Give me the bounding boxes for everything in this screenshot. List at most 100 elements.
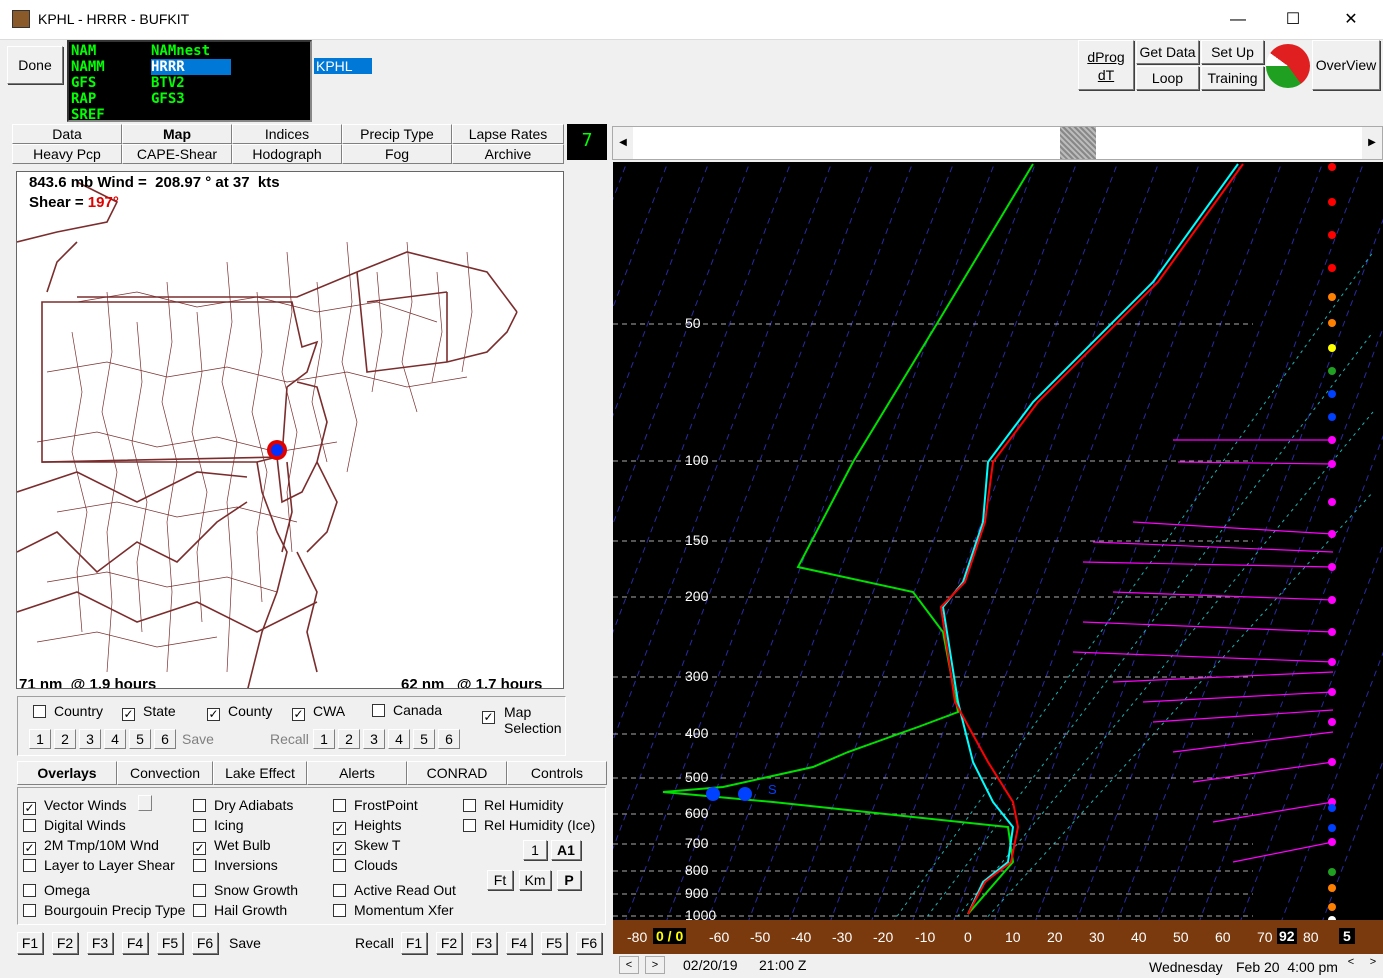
f2-save-button[interactable]: F2 (52, 932, 78, 954)
active-read-out-checkbox[interactable]: Active Read Out (333, 882, 456, 898)
map-save-slot-2[interactable]: 2 (54, 729, 76, 749)
map-selection-check[interactable]: ✓ (482, 711, 495, 724)
minimize-button[interactable]: — (1215, 4, 1261, 36)
clouds-check[interactable] (333, 859, 346, 872)
canada-check[interactable] (372, 704, 385, 717)
tab-archive[interactable]: Archive (452, 144, 564, 164)
scroll-left-arrow[interactable]: ◀ (613, 127, 633, 159)
canada-checkbox[interactable]: Canada (372, 702, 442, 718)
country-checkbox[interactable]: Country (33, 703, 103, 719)
loop-button[interactable]: Loop (1136, 66, 1199, 90)
omega-check[interactable] (23, 884, 36, 897)
f6-save-button[interactable]: F6 (192, 932, 218, 954)
tab-alerts[interactable]: Alerts (307, 761, 407, 785)
rel-humidity-check[interactable] (463, 799, 476, 812)
model-gfs3[interactable]: GFS3 (151, 91, 185, 107)
f2-recall-button[interactable]: F2 (436, 932, 462, 954)
snow-growth-checkbox[interactable]: Snow Growth (193, 882, 298, 898)
frostpoint-check[interactable] (333, 799, 346, 812)
feet-button[interactable]: Ft (487, 870, 513, 890)
tab-hodograph[interactable]: Hodograph (232, 144, 342, 164)
tab-precip-type[interactable]: Precip Type (342, 124, 452, 144)
frostpoint-checkbox[interactable]: FrostPoint (333, 797, 418, 813)
cwa-check[interactable]: ✓ (292, 708, 305, 721)
model-nam[interactable]: NAM (71, 43, 96, 59)
state-check[interactable]: ✓ (122, 708, 135, 721)
rel-humidity-ice-checkbox[interactable]: Rel Humidity (Ice) (463, 817, 595, 833)
tab-lake-effect[interactable]: Lake Effect (213, 761, 307, 785)
tab-indices[interactable]: Indices (232, 124, 342, 144)
close-button[interactable]: ✕ (1328, 4, 1374, 36)
model-namm[interactable]: NAMM (71, 59, 105, 75)
digital-winds-check[interactable] (23, 819, 36, 832)
tab-fog[interactable]: Fog (342, 144, 452, 164)
model-gfs[interactable]: GFS (71, 75, 96, 91)
vector-winds-checkbox[interactable]: ✓ Vector Winds (23, 797, 126, 815)
f1-save-button[interactable]: F1 (17, 932, 43, 954)
map-recall-slot-1[interactable]: 1 (313, 729, 335, 749)
f4-save-button[interactable]: F4 (122, 932, 148, 954)
map-recall-label[interactable]: Recall (270, 731, 309, 747)
model-sref[interactable]: SREF (71, 107, 105, 123)
omega-checkbox[interactable]: Omega (23, 882, 90, 898)
f4-recall-button[interactable]: F4 (506, 932, 532, 954)
tab-data[interactable]: Data (12, 124, 122, 144)
map-recall-slot-4[interactable]: 4 (388, 729, 410, 749)
f1-recall-button[interactable]: F1 (401, 932, 427, 954)
icing-check[interactable] (193, 819, 206, 832)
layer-shear-check[interactable] (23, 859, 36, 872)
bourgouin-check[interactable] (23, 904, 36, 917)
training-button[interactable]: Training (1201, 66, 1264, 90)
rel-humidity-ice-check[interactable] (463, 819, 476, 832)
rel-humidity-checkbox[interactable]: Rel Humidity (463, 797, 563, 813)
tab-overlays[interactable]: Overlays (17, 761, 117, 785)
overview-button[interactable]: OverView (1312, 40, 1380, 90)
heights-checkbox[interactable]: ✓ Heights (333, 817, 401, 835)
tab-convection[interactable]: Convection (117, 761, 213, 785)
inversions-check[interactable] (193, 859, 206, 872)
f5-recall-button[interactable]: F5 (541, 932, 567, 954)
momentum-xfer-check[interactable] (333, 904, 346, 917)
set-up-button[interactable]: Set Up (1201, 40, 1264, 64)
km-button[interactable]: Km (519, 870, 551, 890)
map-save-slot-6[interactable]: 6 (154, 729, 176, 749)
skew-t-check[interactable]: ✓ (333, 842, 346, 855)
logo-icon[interactable] (1266, 44, 1310, 88)
state-checkbox[interactable]: ✓ State (122, 703, 176, 721)
layer-shear-checkbox[interactable]: Layer to Layer Shear (23, 857, 175, 873)
status-next-arrow[interactable]: > (645, 956, 665, 974)
2m-tmp-10m-wnd-checkbox[interactable]: ✓ 2M Tmp/10M Wnd (23, 837, 159, 855)
clouds-checkbox[interactable]: Clouds (333, 857, 398, 873)
status-prev-arrow[interactable]: < (619, 956, 639, 974)
wet-bulb-checkbox[interactable]: ✓ Wet Bulb (193, 837, 271, 855)
map-panel[interactable]: 843.6 mb Wind = 208.97 ° at 37 kts Shear… (16, 171, 564, 689)
f6-recall-button[interactable]: F6 (576, 932, 602, 954)
model-btv2[interactable]: BTV2 (151, 75, 185, 91)
f3-recall-button[interactable]: F3 (471, 932, 497, 954)
digital-winds-checkbox[interactable]: Digital Winds (23, 817, 126, 833)
map-save-slot-4[interactable]: 4 (104, 729, 126, 749)
dry-adiabats-check[interactable] (193, 799, 206, 812)
hail-growth-checkbox[interactable]: Hail Growth (193, 902, 287, 918)
overlay-a1-button[interactable]: A1 (551, 840, 581, 860)
tab-conrad[interactable]: CONRAD (407, 761, 507, 785)
tab-heavy-pcp[interactable]: Heavy Pcp (12, 144, 122, 164)
vector-winds-check[interactable]: ✓ (23, 802, 36, 815)
wet-bulb-check[interactable]: ✓ (193, 842, 206, 855)
map-save-slot-5[interactable]: 5 (129, 729, 151, 749)
map-recall-slot-3[interactable]: 3 (363, 729, 385, 749)
model-hrrr[interactable]: HRRR (151, 59, 231, 75)
station-kphl[interactable]: KPHL (314, 58, 372, 74)
inversions-checkbox[interactable]: Inversions (193, 857, 278, 873)
model-list[interactable]: NAM NAMM GFS RAP SREF NAMnest HRRR BTV2 … (67, 40, 312, 123)
dprog-dt-button[interactable]: dProg dT (1078, 40, 1134, 90)
hail-growth-check[interactable] (193, 904, 206, 917)
map-recall-slot-2[interactable]: 2 (338, 729, 360, 749)
icing-checkbox[interactable]: Icing (193, 817, 244, 833)
active-read-out-check[interactable] (333, 884, 346, 897)
station-list[interactable]: KPHL (314, 40, 1076, 122)
map-recall-slot-6[interactable]: 6 (438, 729, 460, 749)
heights-check[interactable]: ✓ (333, 822, 346, 835)
time-scrollbar[interactable]: ◀ ▶ (612, 126, 1383, 160)
tab-controls[interactable]: Controls (507, 761, 607, 785)
